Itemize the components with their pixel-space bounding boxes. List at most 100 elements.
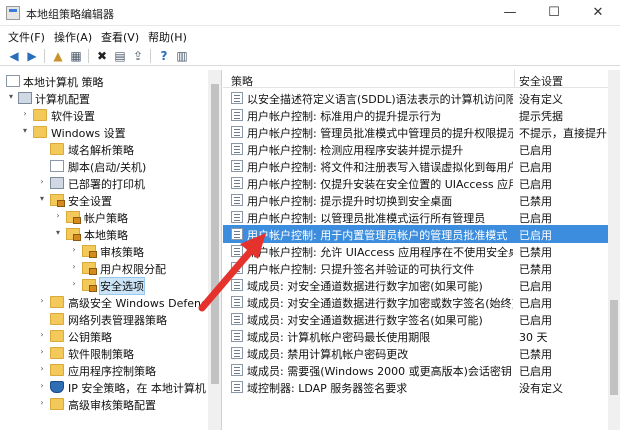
tree-item-security-options[interactable]: › 安全选项	[0, 276, 210, 295]
delete-icon[interactable]: ✖	[94, 48, 110, 64]
tree-item-deployed-printers[interactable]: › 已部署的打印机	[0, 174, 210, 192]
tree-item-local-computer-policy[interactable]: 本地计算机 策略	[0, 72, 210, 90]
table-row[interactable]: 以安全描述符定义语言(SDDL)语法表示的计算机访问限制 没有定义	[223, 89, 608, 107]
window-title: 本地组策略编辑器	[26, 8, 114, 21]
security-icon	[50, 194, 65, 207]
policy-name-cell: 域成员: 对安全通道数据进行数字加密(如果可能)	[247, 280, 483, 293]
tree-item-name-resolution-policy[interactable]: 域名解析策略	[0, 140, 210, 158]
column-header-policy[interactable]: 策略	[231, 73, 253, 89]
column-divider[interactable]	[514, 70, 515, 88]
collapse-arrow-icon[interactable]: ▾	[6, 92, 16, 101]
expand-arrow-icon[interactable]: ›	[37, 296, 47, 305]
policy-doc-icon	[6, 75, 20, 87]
table-row[interactable]: 域成员: 计算机帐户密码最长使用期限 30 天	[223, 327, 608, 345]
table-row[interactable]: 用户帐户控制: 仅提升安装在安全位置的 UIAccess 应用程序 已启用	[223, 174, 608, 192]
table-row[interactable]: 域控制器: LDAP 服务器签名要求 没有定义	[223, 378, 608, 396]
navigation-tree: 本地计算机 策略 ▾ 计算机配置 › 软件设置 ▾ Windows 设置 域名解…	[0, 70, 222, 430]
tree-item-windows-settings[interactable]: ▾ Windows 设置	[0, 123, 210, 141]
tree-item-software-settings[interactable]: › 软件设置	[0, 106, 210, 124]
toolbar-divider	[44, 49, 45, 63]
table-row[interactable]: 域成员: 需要强(Windows 2000 或更高版本)会话密钥 已启用	[223, 361, 608, 379]
tree-item-public-key-policies[interactable]: › 公钥策略	[0, 327, 210, 345]
show-tree-icon[interactable]: ▦	[68, 48, 84, 64]
table-row[interactable]: 用户帐户控制: 将文件和注册表写入错误虚拟化到每用户位置 已启用	[223, 157, 608, 175]
expand-arrow-icon[interactable]: ›	[69, 262, 79, 271]
expand-arrow-icon[interactable]: ›	[37, 398, 47, 407]
expand-arrow-icon[interactable]: ›	[37, 177, 47, 186]
expand-arrow-icon[interactable]: ›	[53, 211, 63, 220]
security-setting-cell: 没有定义	[519, 382, 563, 395]
tree-item-advanced-audit[interactable]: › 高级审核策略配置	[0, 395, 210, 413]
expand-arrow-icon[interactable]: ›	[20, 109, 30, 118]
tree-item-label: Windows 设置	[51, 127, 126, 140]
tree-item-security-settings[interactable]: ▾ 安全设置	[0, 191, 210, 209]
list-scrollbar[interactable]	[608, 70, 620, 430]
expand-arrow-icon[interactable]: ›	[69, 245, 79, 254]
collapse-arrow-icon[interactable]: ▾	[37, 194, 47, 203]
forward-arrow-icon[interactable]: ▶	[24, 48, 40, 64]
table-row[interactable]: 用户帐户控制: 检测应用程序安装并提示提升 已启用	[223, 140, 608, 158]
back-arrow-icon[interactable]: ◀	[6, 48, 22, 64]
folder-lock-icon	[82, 279, 97, 292]
table-row[interactable]: 域成员: 禁用计算机帐户密码更改 已禁用	[223, 344, 608, 362]
tree-scrollbar-thumb[interactable]	[211, 84, 219, 384]
tree-scrollbar[interactable]	[208, 70, 221, 430]
list-scrollbar-thumb[interactable]	[610, 300, 618, 395]
table-row[interactable]: 用户帐户控制: 只提升签名并验证的可执行文件 已禁用	[223, 259, 608, 277]
toolbar-divider	[88, 49, 89, 63]
expand-arrow-icon[interactable]: ›	[69, 279, 79, 288]
folder-lock-icon	[66, 211, 81, 224]
folder-lock-icon	[66, 228, 81, 241]
tree-item-account-policies[interactable]: › 帐户策略	[0, 208, 210, 226]
table-row[interactable]: 用户帐户控制: 以管理员批准模式运行所有管理员 已启用	[223, 208, 608, 226]
tree-item-windows-defender-firewall[interactable]: › 高级安全 Windows Defend	[0, 293, 210, 311]
computer-icon	[18, 92, 32, 104]
view-icon[interactable]: ▥	[174, 48, 190, 64]
collapse-arrow-icon[interactable]: ▾	[53, 228, 63, 237]
minimize-button[interactable]: —	[488, 0, 532, 26]
table-row[interactable]: 域成员: 对安全通道数据进行数字签名(如果可能) 已启用	[223, 310, 608, 328]
tree-item-ip-security[interactable]: › IP 安全策略，在 本地计算机	[0, 378, 210, 396]
table-row[interactable]: 用户帐户控制: 标准用户的提升提示行为 提示凭据	[223, 106, 608, 124]
menu-help[interactable]: 帮助(H)	[148, 29, 187, 45]
tree-item-network-list-manager[interactable]: 网络列表管理器策略	[0, 310, 210, 328]
expand-arrow-icon[interactable]: ›	[37, 364, 47, 373]
table-row[interactable]: 用户帐户控制: 管理员批准模式中管理员的提升权限提示的... 不提示，直接提升	[223, 123, 608, 141]
tree-item-computer-config[interactable]: ▾ 计算机配置	[0, 89, 210, 107]
tree-item-application-control[interactable]: › 应用程序控制策略	[0, 361, 210, 379]
table-row[interactable]: 域成员: 对安全通道数据进行数字加密(如果可能) 已启用	[223, 276, 608, 294]
tree-item-user-rights[interactable]: › 用户权限分配	[0, 259, 210, 277]
column-header-setting[interactable]: 安全设置	[519, 73, 563, 89]
expand-arrow-icon[interactable]: ›	[37, 347, 47, 356]
table-row[interactable]: 用户帐户控制: 允许 UIAccess 应用程序在不使用安全桌面... 已禁用	[223, 242, 608, 260]
maximize-button[interactable]: ☐	[532, 0, 576, 26]
expand-arrow-icon[interactable]: ›	[37, 330, 47, 339]
table-row[interactable]: 用户帐户控制: 提示提升时切换到安全桌面 已禁用	[223, 191, 608, 209]
close-button[interactable]: ✕	[576, 0, 620, 26]
policy-item-icon	[231, 296, 243, 308]
collapse-arrow-icon[interactable]: ▾	[20, 126, 30, 135]
tree-item-scripts[interactable]: 脚本(启动/关机)	[0, 157, 210, 175]
folder-icon	[33, 109, 47, 121]
security-setting-cell: 没有定义	[519, 93, 563, 106]
toolbar-divider	[150, 49, 151, 63]
tree-item-local-policies[interactable]: ▾ 本地策略	[0, 225, 210, 243]
policy-list: 策略 安全设置 以安全描述符定义语言(SDDL)语法表示的计算机访问限制 没有定义…	[223, 70, 620, 430]
security-setting-cell: 已启用	[519, 178, 552, 191]
help-icon[interactable]: ?	[156, 48, 172, 64]
export-list-icon[interactable]: ⇪	[130, 48, 146, 64]
policy-item-icon	[231, 194, 243, 206]
tree-item-software-restriction[interactable]: › 软件限制策略	[0, 344, 210, 362]
tree-item-audit-policy[interactable]: › 审核策略	[0, 242, 210, 260]
menu-action[interactable]: 操作(A)	[54, 29, 92, 45]
up-folder-icon[interactable]: ▲	[50, 48, 66, 64]
menu-file[interactable]: 文件(F)	[8, 29, 45, 45]
table-row[interactable]: 域成员: 对安全通道数据进行数字加密或数字签名(始终) 已启用	[223, 293, 608, 311]
properties-icon[interactable]: ▤	[112, 48, 128, 64]
table-row[interactable]: 用户帐户控制: 用于内置管理员帐户的管理员批准模式 已启用	[223, 225, 608, 243]
security-setting-cell: 已启用	[519, 229, 552, 242]
security-setting-cell: 已启用	[519, 365, 552, 378]
expand-arrow-icon[interactable]: ›	[37, 381, 47, 390]
policy-item-icon	[231, 279, 243, 291]
menu-view[interactable]: 查看(V)	[101, 29, 139, 45]
